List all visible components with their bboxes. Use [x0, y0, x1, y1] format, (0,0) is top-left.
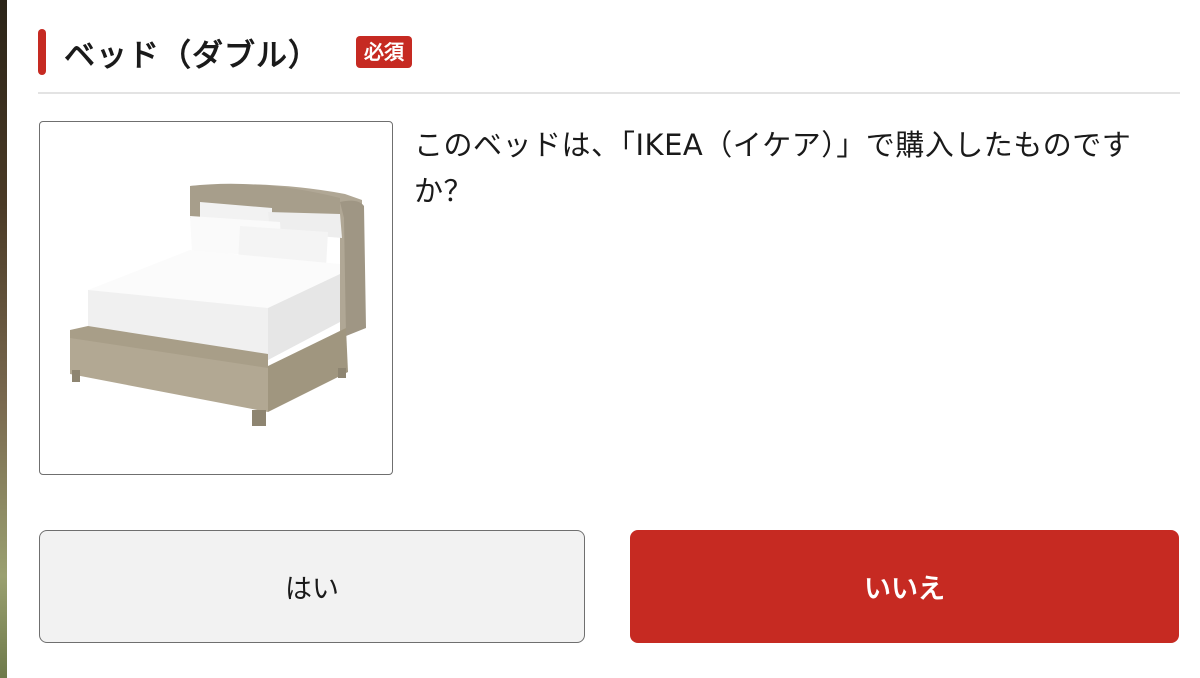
double-bed-icon — [70, 183, 366, 426]
background-edge — [0, 0, 7, 678]
question-text: このベッドは、「IKEA（イケア）」で購入したものですか？ — [414, 128, 1132, 208]
question-card: ベッド（ダブル） 必須 このベッドは、「IKEA（イケア）」で購入したものですか… — [0, 0, 1200, 678]
no-button[interactable]: いいえ — [630, 530, 1179, 643]
required-badge: 必須 — [356, 36, 412, 68]
no-button-label: いいえ — [864, 574, 945, 605]
section-title: ベッド（ダブル） — [64, 37, 320, 74]
divider — [38, 92, 1180, 94]
yes-button[interactable]: はい — [39, 530, 585, 643]
yes-button-label: はい — [285, 574, 339, 605]
section-header: ベッド（ダブル） 必須 — [38, 28, 412, 76]
product-image — [39, 121, 393, 475]
accent-bar — [38, 29, 46, 75]
